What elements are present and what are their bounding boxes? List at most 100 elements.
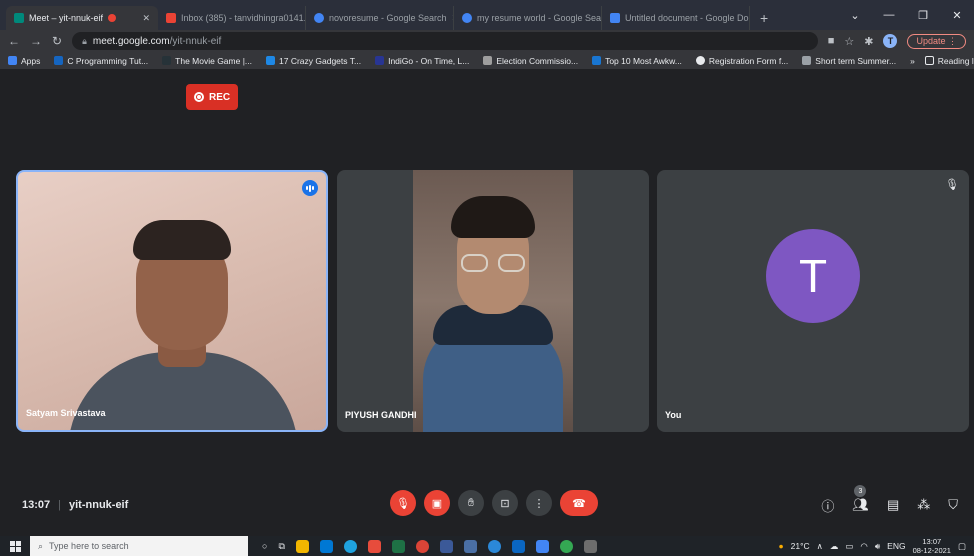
app-icon[interactable] xyxy=(487,539,501,553)
participant-tile-piyush[interactable]: PIYUSH GANDHI xyxy=(337,170,649,432)
system-tray: ● 21°C ∧ ☁︎ ▭ ◠ 🔊︎ ENG 13:07 08-12-2021 … xyxy=(778,537,974,555)
tab-search-icon[interactable]: ⌄ xyxy=(838,9,872,22)
volume-icon[interactable]: 🔊︎ xyxy=(875,541,880,552)
minimize-button[interactable]: — xyxy=(872,9,906,21)
bookmark-apps[interactable]: Apps xyxy=(8,56,40,66)
bookmark-item[interactable]: Election Commissio... xyxy=(483,56,578,66)
tab-novoresume[interactable]: novoresume - Google Search ✕ xyxy=(306,6,454,30)
recording-indicator-icon xyxy=(108,14,117,22)
maximize-button[interactable]: ❐ xyxy=(906,9,940,22)
mic-off-icon: 🎙︎ xyxy=(396,497,410,510)
browser-tab-strip: Meet – yit-nnuk-eif ✕ Inbox (385) - tanv… xyxy=(0,0,974,30)
bookmark-star-icon[interactable]: ☆ xyxy=(844,35,854,48)
site-icon xyxy=(592,56,602,65)
app-icon[interactable] xyxy=(583,539,597,553)
battery-icon[interactable]: ▭ xyxy=(845,541,853,552)
bookmark-item[interactable]: C Programming Tut... xyxy=(54,56,148,66)
bookmark-item[interactable]: Short term Summer... xyxy=(802,56,896,66)
tab-inbox[interactable]: Inbox (385) - tanvidhingra0141... ✕ xyxy=(158,6,306,30)
update-button[interactable]: Update ⋮ xyxy=(907,33,966,49)
app-icon[interactable] xyxy=(535,539,549,553)
bookmark-label: Top 10 Most Awkw... xyxy=(605,55,682,66)
more-vert-icon: ⋮ xyxy=(533,497,545,510)
tab-meet[interactable]: Meet – yit-nnuk-eif ✕ xyxy=(6,6,158,30)
participant-video xyxy=(413,170,573,432)
avatar: T xyxy=(766,229,860,323)
gmail-icon xyxy=(166,13,176,23)
close-tab-icon[interactable]: ✕ xyxy=(142,13,150,24)
chevron-up-icon[interactable]: ∧ xyxy=(817,541,823,552)
leave-call-button[interactable]: ☎︎ xyxy=(560,490,598,516)
store-icon[interactable] xyxy=(319,539,333,553)
tab-label: Meet – yit-nnuk-eif xyxy=(29,13,104,23)
profile-avatar[interactable]: T xyxy=(883,34,898,48)
app-icon[interactable] xyxy=(463,539,477,553)
site-icon xyxy=(802,56,812,65)
mic-toggle-button[interactable]: 🎙︎ xyxy=(390,490,416,516)
meeting-details-icon[interactable]: ⓘ xyxy=(821,496,834,515)
bookmark-item[interactable]: 17 Crazy Gadgets T... xyxy=(266,56,361,66)
bookmark-label: 17 Crazy Gadgets T... xyxy=(279,55,362,66)
reload-button[interactable]: ↻ xyxy=(52,34,62,48)
wifi-icon[interactable]: ◠ xyxy=(860,541,867,552)
new-tab-button[interactable]: + xyxy=(750,10,778,30)
bookmark-item[interactable]: Registration Form f... xyxy=(695,55,789,66)
weather-icon[interactable]: ● xyxy=(778,541,783,551)
windows-taskbar: ⌕ Type here to search ○ ⧉ ● 21°C ∧ ☁︎ ▭ … xyxy=(0,536,974,556)
tab-resume-world[interactable]: my resume world - Google Sear... ✕ xyxy=(454,6,602,30)
site-icon xyxy=(483,56,493,65)
raise-hand-button[interactable]: ✋︎ xyxy=(458,490,484,516)
notification-icon[interactable]: ▢ xyxy=(958,541,966,552)
participant-tile-you[interactable]: 🎙︎ T You xyxy=(657,170,969,432)
extensions-icon[interactable]: ✱ xyxy=(864,35,873,48)
bookmark-label: Registration Form f... xyxy=(708,55,789,66)
taskbar-search-input[interactable]: ⌕ Type here to search xyxy=(30,536,248,556)
clock-date: 08-12-2021 xyxy=(912,546,951,555)
meeting-info: 13:07 | yit-nnuk-eif xyxy=(22,499,128,511)
site-icon xyxy=(375,56,385,65)
chat-icon[interactable]: ▤ xyxy=(887,497,899,513)
edge-icon[interactable] xyxy=(343,539,357,553)
lock-icon[interactable]: 🔒︎ xyxy=(82,36,87,47)
file-explorer-icon[interactable] xyxy=(295,539,309,553)
weather-temp[interactable]: 21°C xyxy=(791,541,810,551)
participant-tile-satyam[interactable]: Satyam Srivastava xyxy=(16,170,328,432)
address-bar[interactable]: 🔒︎ meet.google.com/yit-nnuk-eif xyxy=(72,32,818,50)
camera-off-icon: ▣ xyxy=(431,497,443,510)
task-view-icon[interactable]: ⧉ xyxy=(278,541,284,552)
cortana-icon[interactable]: ○ xyxy=(262,541,267,551)
bookmark-item[interactable]: The Movie Game |... xyxy=(162,56,252,66)
present-button[interactable]: ⊡ xyxy=(492,490,518,516)
record-icon xyxy=(194,92,204,102)
camera-in-use-icon[interactable]: ■ xyxy=(828,35,835,47)
app-icon[interactable] xyxy=(439,539,453,553)
excel-icon[interactable] xyxy=(391,539,405,553)
back-button[interactable]: ← xyxy=(8,34,20,48)
browser-toolbar: ← → ↻ 🔒︎ meet.google.com/yit-nnuk-eif ■ … xyxy=(0,30,974,52)
start-button[interactable] xyxy=(0,540,30,552)
bookmark-item[interactable]: Top 10 Most Awkw... xyxy=(592,56,682,66)
people-count-badge: 3 xyxy=(854,485,867,497)
people-button[interactable]: 3 👥︎ xyxy=(852,485,869,513)
tray-icon[interactable]: ☁︎ xyxy=(830,541,839,552)
google-icon xyxy=(314,13,324,23)
more-bookmarks-icon[interactable]: » xyxy=(910,56,915,66)
reading-list-button[interactable]: Reading list xyxy=(924,56,974,66)
tab-google-docs[interactable]: Untitled document - Google Do... ✕ xyxy=(602,6,750,30)
activities-icon[interactable]: ⁂ xyxy=(917,497,930,513)
language-indicator[interactable]: ENG xyxy=(887,541,905,551)
chrome-icon[interactable] xyxy=(415,539,429,553)
participant-name: Satyam Srivastava xyxy=(26,408,106,418)
taskbar-clock[interactable]: 13:07 08-12-2021 xyxy=(913,537,951,555)
bookmark-item[interactable]: IndiGo - On Time, L... xyxy=(375,56,469,66)
meeting-code: yit-nnuk-eif xyxy=(69,499,129,511)
app-icon[interactable] xyxy=(511,539,525,553)
camera-toggle-button[interactable]: ▣ xyxy=(424,490,450,516)
forward-button[interactable]: → xyxy=(30,34,42,48)
chrome-icon[interactable] xyxy=(559,539,573,553)
host-controls-icon[interactable]: ⛉ xyxy=(948,497,958,513)
app-icon[interactable] xyxy=(367,539,381,553)
more-options-button[interactable]: ⋮ xyxy=(526,490,552,516)
close-window-button[interactable]: ✕ xyxy=(940,9,974,22)
recording-badge[interactable]: REC xyxy=(186,84,239,110)
